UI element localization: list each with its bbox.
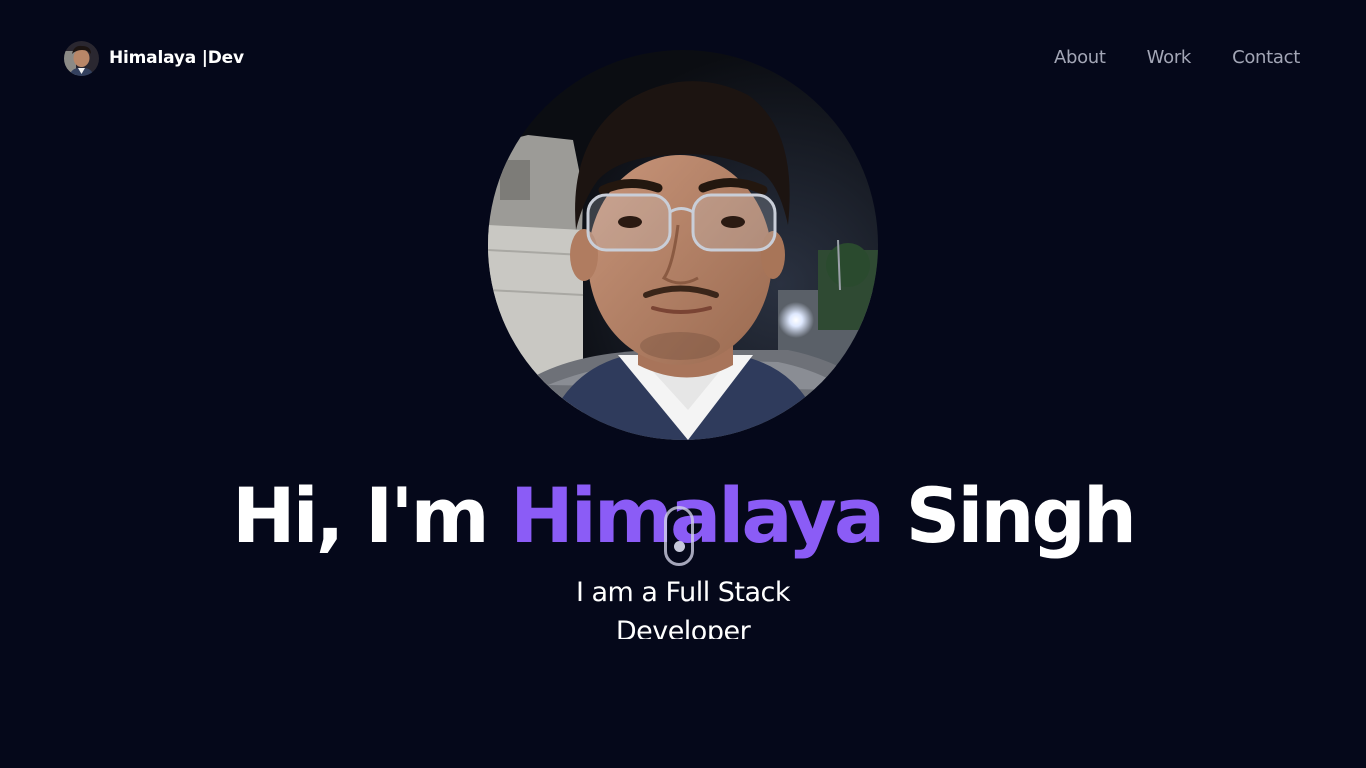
nav-link-contact[interactable]: Contact: [1232, 46, 1300, 70]
nav-link-work[interactable]: Work: [1147, 46, 1192, 70]
brand-suffix: |Dev: [195, 48, 244, 68]
hero-greeting: Hi, I'm: [231, 471, 490, 560]
hero-first-name: Himalaya: [510, 471, 885, 560]
hero-subtitle-container: I am a Full Stack Developer: [533, 573, 833, 639]
brand-link[interactable]: Himalaya |Dev: [64, 40, 244, 76]
portfolio-page: Himalaya |Dev About Work Contact Hi, I'm…: [0, 0, 1366, 768]
brand-avatar: [64, 40, 99, 76]
brand-text: Himalaya |Dev: [109, 48, 244, 68]
main-nav: About Work Contact: [1054, 46, 1300, 70]
nav-link-about[interactable]: About: [1054, 46, 1106, 70]
profile-photo: [488, 50, 878, 440]
hero-subtitle: I am a Full Stack Developer: [575, 577, 791, 639]
brand-name: Himalaya: [109, 48, 196, 68]
scroll-wheel-dot: [673, 541, 685, 552]
hero-last-name: Singh: [905, 471, 1137, 560]
mouse-scroll-icon[interactable]: [664, 506, 694, 566]
